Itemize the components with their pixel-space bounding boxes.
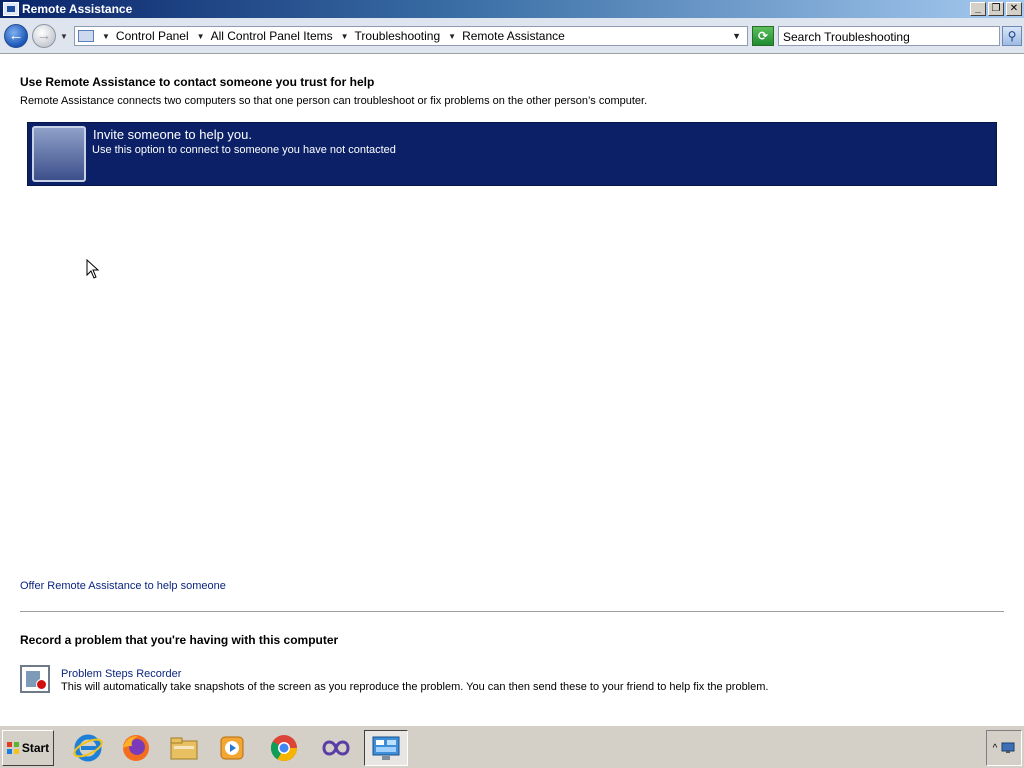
invite-subtitle: Use this option to connect to someone yo… (92, 144, 396, 156)
page-title: Use Remote Assistance to contact someone… (20, 75, 375, 89)
search-input[interactable]: Search Troubleshooting (778, 26, 1000, 46)
windows-logo-icon (6, 742, 19, 754)
search-icon[interactable]: ⚲ (1002, 26, 1022, 46)
invite-icon (32, 126, 86, 182)
breadcrumb-troubleshooting[interactable]: Troubleshooting (355, 29, 441, 43)
title-bar: Remote Assistance _ ❐ ✕ (0, 0, 1024, 18)
control-panel-icon[interactable] (364, 730, 408, 766)
minimize-button[interactable]: _ (970, 2, 986, 16)
breadcrumb[interactable]: ▼ Control Panel ▼ All Control Panel Item… (74, 26, 748, 46)
mouse-cursor-icon (86, 259, 100, 279)
file-explorer-icon[interactable] (162, 730, 206, 766)
control-panel-icon (78, 30, 94, 42)
back-button[interactable]: ← (4, 24, 28, 48)
record-problem-heading: Record a problem that you're having with… (20, 633, 339, 647)
remote-assistance-app-icon (3, 2, 19, 16)
section-divider (20, 611, 1004, 612)
firefox-icon[interactable] (114, 730, 158, 766)
invite-someone-option[interactable]: Invite someone to help you. Use this opt… (27, 122, 997, 186)
problem-steps-recorder-description: This will automatically take snapshots o… (61, 681, 769, 693)
window-controls: _ ❐ ✕ (970, 2, 1022, 16)
chevron-down-icon[interactable]: ▼ (197, 32, 205, 41)
window-title: Remote Assistance (22, 2, 133, 16)
chevron-down-icon[interactable]: ▼ (448, 32, 456, 41)
forward-button[interactable]: → (32, 24, 56, 48)
show-hidden-icons-icon[interactable]: ^ (993, 743, 998, 754)
recent-pages-dropdown[interactable]: ▼ (60, 32, 68, 41)
taskbar: Start ^ (0, 725, 1024, 768)
invite-title: Invite someone to help you. (93, 127, 252, 142)
problem-steps-recorder-icon[interactable] (20, 665, 50, 693)
media-player-icon[interactable] (210, 730, 254, 766)
start-label: Start (21, 741, 50, 755)
problem-steps-recorder-link[interactable]: Problem Steps Recorder (61, 668, 181, 680)
network-icon[interactable] (1001, 742, 1015, 754)
navigation-bar: ← → ▼ ▼ Control Panel ▼ All Control Pane… (0, 18, 1024, 54)
breadcrumb-all-items[interactable]: All Control Panel Items (211, 29, 333, 43)
restore-button[interactable]: ❐ (988, 2, 1004, 16)
internet-explorer-icon[interactable] (66, 730, 110, 766)
system-tray[interactable]: ^ (986, 730, 1022, 766)
chrome-icon[interactable] (262, 730, 306, 766)
address-dropdown-icon[interactable]: ▼ (732, 31, 741, 41)
refresh-button[interactable]: ⟳ (752, 26, 774, 46)
breadcrumb-remote-assistance[interactable]: Remote Assistance (462, 29, 565, 43)
chevron-down-icon[interactable]: ▼ (341, 32, 349, 41)
page-description: Remote Assistance connects two computers… (20, 95, 648, 107)
breadcrumb-control-panel[interactable]: Control Panel (116, 29, 189, 43)
chevron-down-icon[interactable]: ▼ (102, 32, 110, 41)
close-button[interactable]: ✕ (1006, 2, 1022, 16)
main-content: Use Remote Assistance to contact someone… (0, 55, 1024, 725)
start-button[interactable]: Start (2, 730, 54, 766)
offer-assistance-link[interactable]: Offer Remote Assistance to help someone (20, 580, 226, 592)
visual-studio-icon[interactable] (314, 730, 358, 766)
